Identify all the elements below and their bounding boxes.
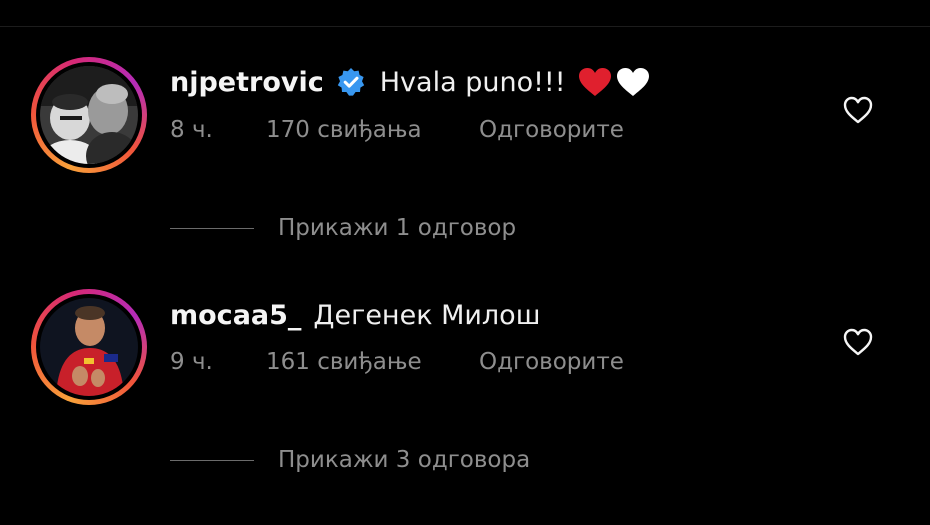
view-replies-label: Прикажи 1 одговор — [278, 215, 517, 241]
white-heart-icon — [616, 68, 649, 96]
avatar-story-ring[interactable] — [31, 57, 147, 173]
comment-like-count[interactable]: 170 свиђања — [266, 117, 422, 143]
heart-outline-icon[interactable] — [843, 96, 873, 124]
avatar — [40, 298, 138, 396]
replies-divider — [170, 459, 254, 461]
heart-outline-icon[interactable] — [843, 328, 873, 356]
comment-username[interactable]: njpetrovic — [170, 67, 324, 98]
comment-like-count[interactable]: 161 свиђање — [266, 349, 422, 375]
verified-badge-icon — [336, 67, 366, 97]
top-divider — [0, 26, 930, 27]
avatar — [40, 66, 138, 164]
comment-time: 8 ч. — [170, 117, 213, 143]
comment-text: Hvala puno!!! — [379, 66, 566, 98]
comment-emoji — [578, 67, 650, 97]
avatar-story-ring[interactable] — [31, 289, 147, 405]
reply-button[interactable]: Одговорите — [479, 117, 624, 143]
comment-username[interactable]: mocaa5_ — [170, 300, 301, 331]
view-replies-label: Прикажи 3 одговора — [278, 447, 531, 473]
view-replies-button[interactable]: Прикажи 3 одговора — [170, 443, 530, 477]
replies-divider — [170, 227, 254, 229]
comment-text: Дегенек Милош — [313, 299, 541, 331]
view-replies-button[interactable]: Прикажи 1 одговор — [170, 211, 516, 245]
comment-time: 9 ч. — [170, 349, 213, 375]
reply-button[interactable]: Одговорите — [479, 349, 624, 375]
red-heart-icon — [578, 68, 611, 96]
